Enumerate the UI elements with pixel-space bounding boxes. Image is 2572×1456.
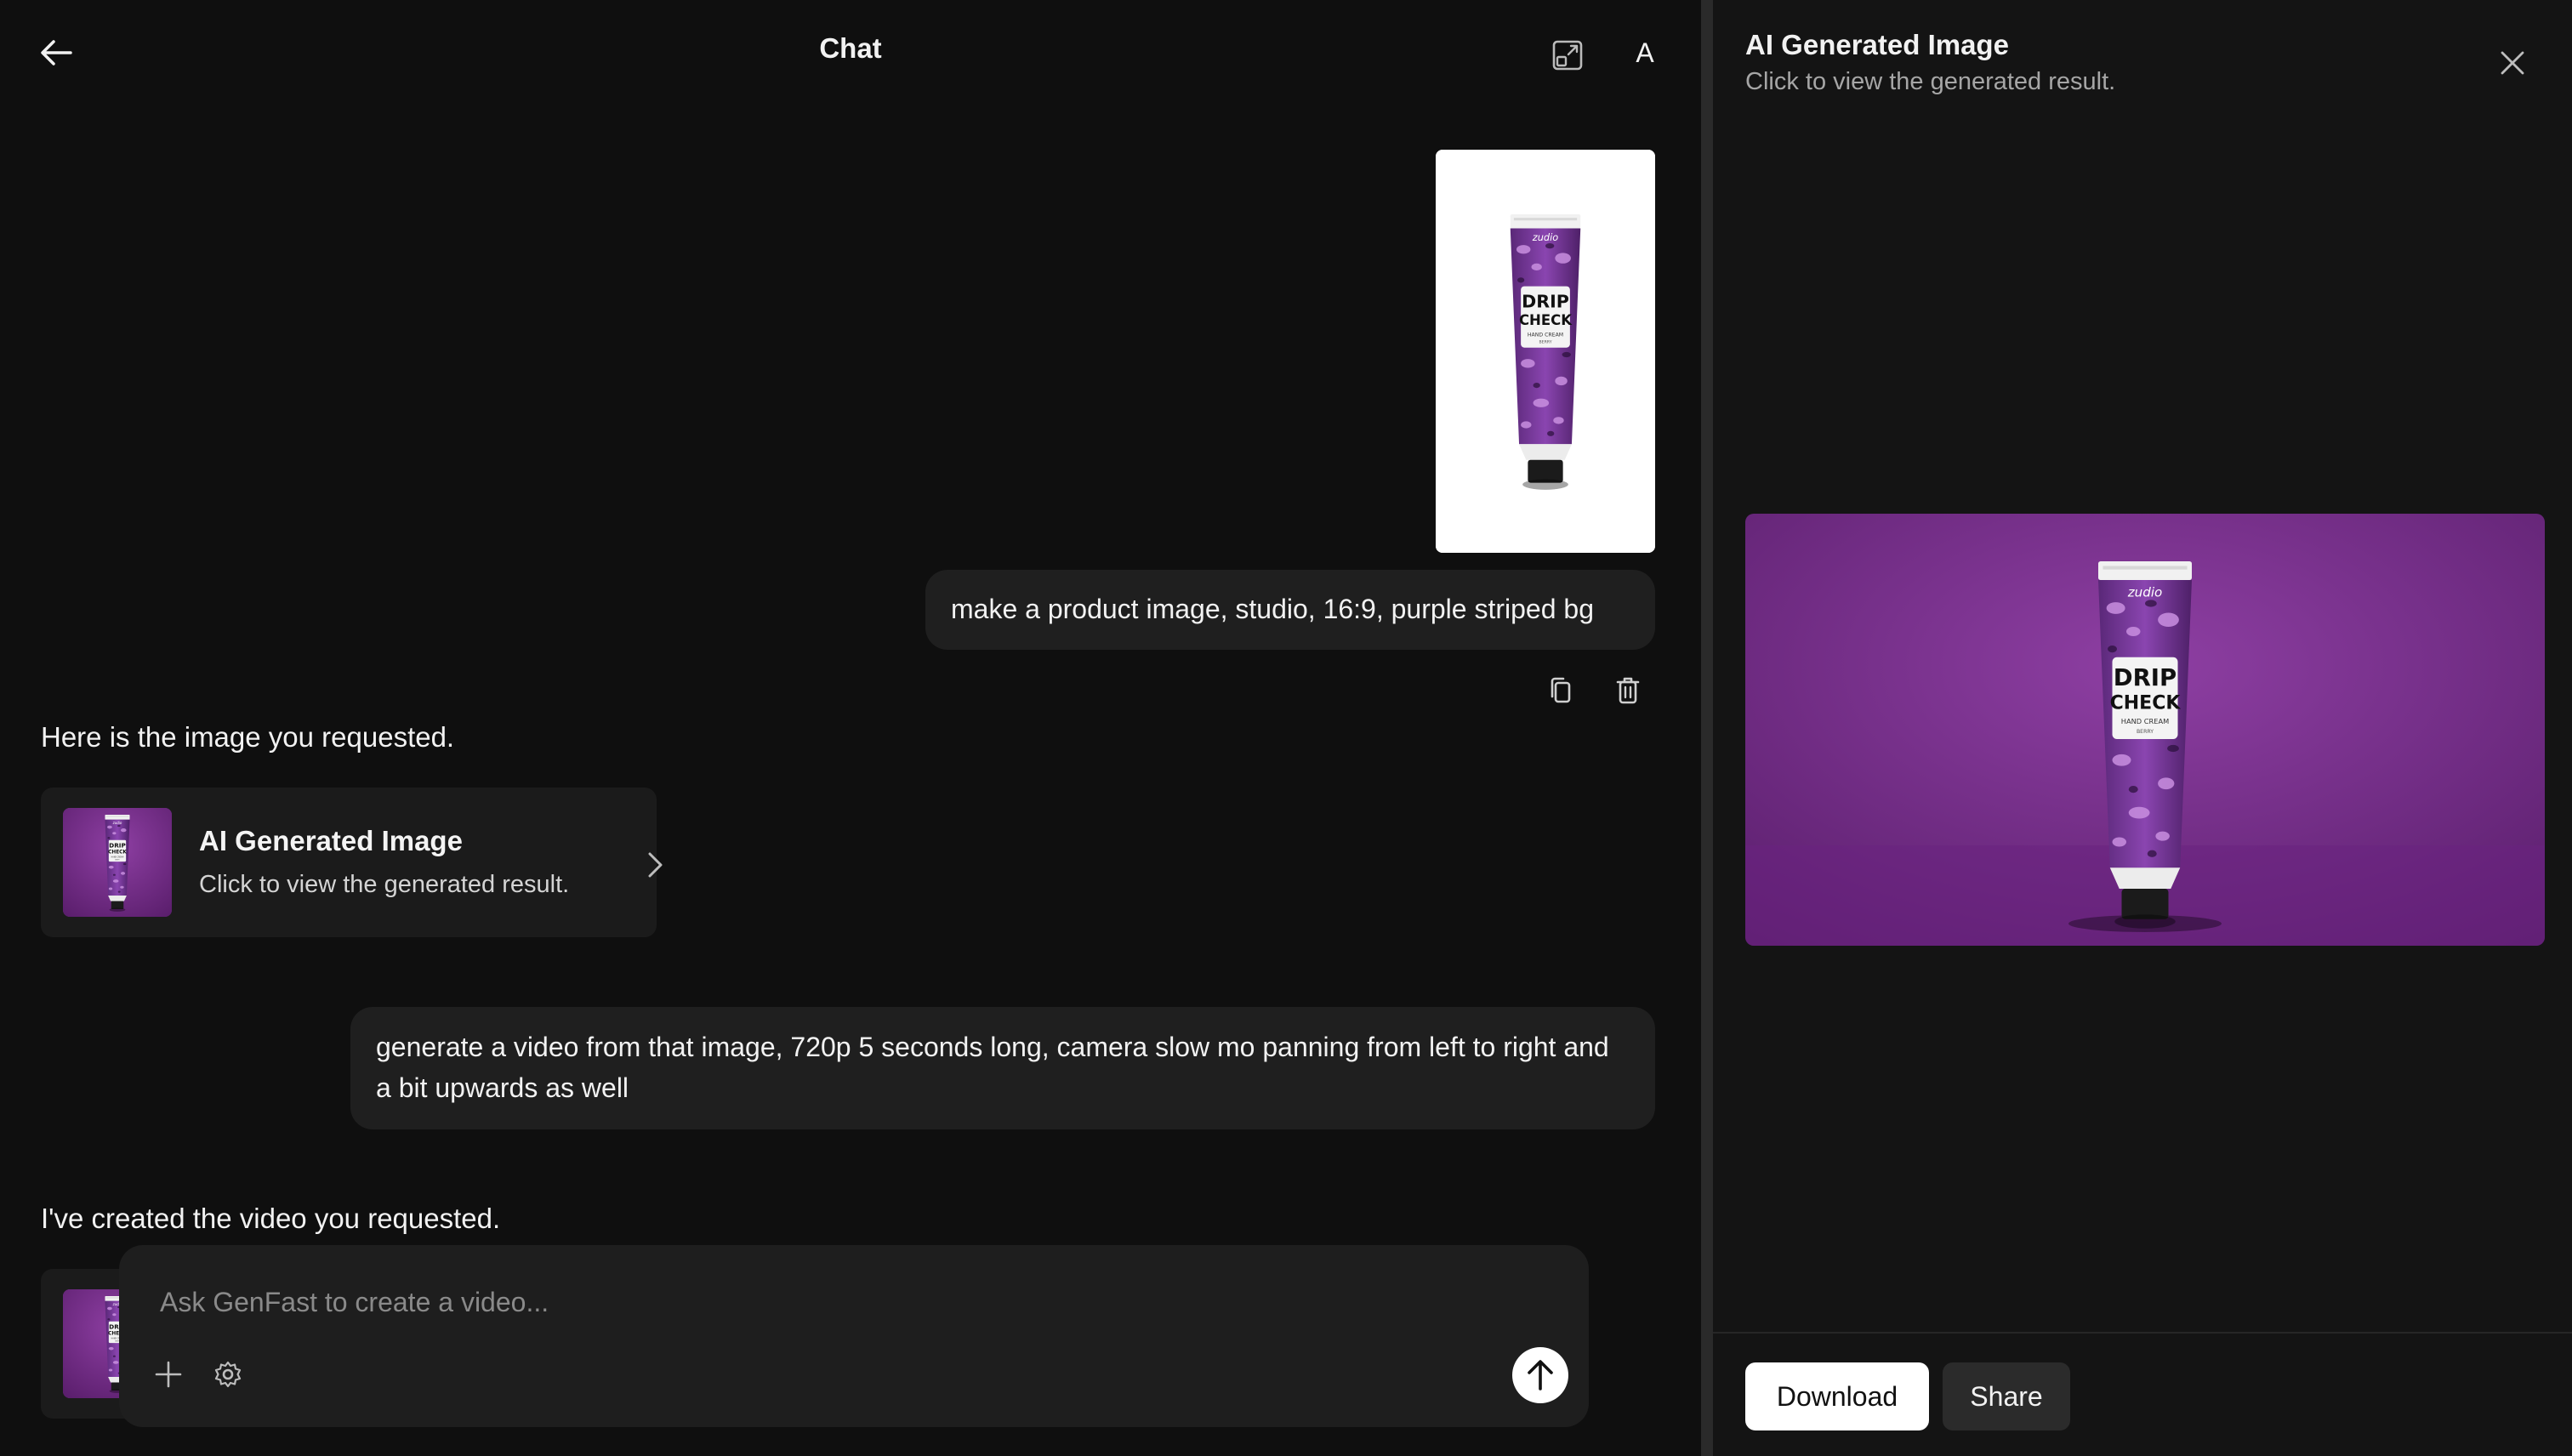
chat-pane: Chat A make a product image, studio, 16:… xyxy=(0,0,1713,1456)
prompt-input[interactable] xyxy=(160,1279,1351,1325)
close-icon xyxy=(2500,50,2525,76)
result-card-title: AI Generated Image xyxy=(199,825,463,856)
user-uploaded-image[interactable] xyxy=(1436,150,1655,553)
ai-generated-image-card[interactable]: AI Generated Image Click to view the gen… xyxy=(41,788,663,937)
close-button[interactable] xyxy=(2492,43,2533,83)
composer xyxy=(119,1245,1589,1427)
result-card-subtitle: Click to view the generated result. xyxy=(199,871,570,898)
share-button[interactable]: Share xyxy=(1943,1362,2070,1430)
copy-icon xyxy=(1547,676,1573,705)
send-button[interactable] xyxy=(1512,1347,1568,1403)
preview-footer: Download Share xyxy=(1713,1332,2572,1456)
gear-icon xyxy=(213,1360,242,1389)
download-button[interactable]: Download xyxy=(1745,1362,1929,1430)
page-title: Chat xyxy=(819,32,882,64)
plus-icon xyxy=(154,1360,183,1389)
trash-icon xyxy=(1615,676,1641,705)
preview-title: AI Generated Image xyxy=(1745,29,2009,60)
chevron-right-icon xyxy=(646,850,665,879)
chat-header: Chat A xyxy=(0,0,1701,105)
copy-button[interactable] xyxy=(1541,672,1579,709)
user-message-bubble: generate a video from that image, 720p 5… xyxy=(350,1007,1655,1129)
add-attachment-button[interactable] xyxy=(150,1356,187,1393)
assistant-message: I've created the video you requested. xyxy=(41,1203,501,1234)
avatar[interactable]: A xyxy=(1625,32,1665,73)
settings-button[interactable] xyxy=(209,1356,247,1393)
generated-image-preview[interactable] xyxy=(1745,514,2545,946)
arrow-up-icon xyxy=(1526,1359,1555,1391)
user-message-bubble: make a product image, studio, 16:9, purp… xyxy=(925,570,1655,650)
assistant-message: Here is the image you requested. xyxy=(41,721,455,753)
result-thumbnail xyxy=(63,808,172,917)
delete-button[interactable] xyxy=(1609,672,1647,709)
preview-subtitle: Click to view the generated result. xyxy=(1745,68,2116,95)
expand-icon xyxy=(1552,40,1583,71)
expand-button[interactable] xyxy=(1548,36,1587,75)
preview-panel: AI Generated Image Click to view the gen… xyxy=(1713,0,2572,1456)
